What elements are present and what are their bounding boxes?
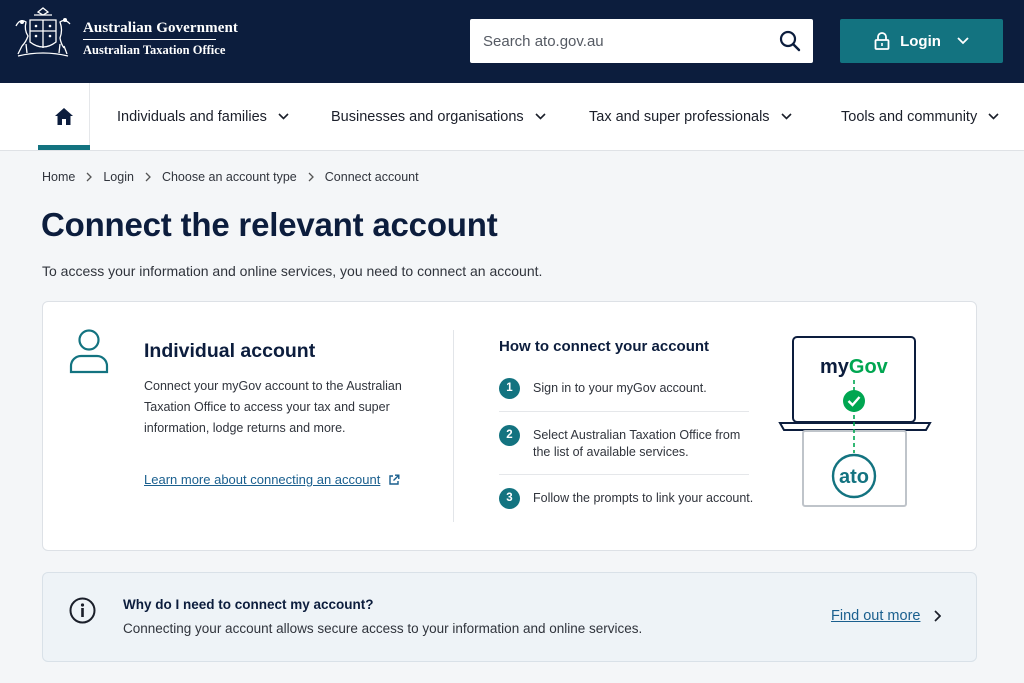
how-to-connect-title: How to connect your account	[499, 338, 710, 355]
wordmark-divider	[83, 39, 216, 40]
info-text: Connecting your account allows secure ac…	[123, 621, 643, 636]
breadcrumb: Home Login Choose an account type Connec…	[42, 170, 419, 184]
chevron-right-icon	[308, 172, 314, 182]
login-button[interactable]: Login	[840, 19, 1003, 63]
government-wordmark[interactable]: Australian Government Australian Taxatio…	[83, 18, 238, 58]
nav-individuals-and-families[interactable]: Individuals and families	[117, 83, 289, 150]
individual-account-card: Individual account Connect your myGov ac…	[42, 301, 977, 551]
chevron-down-icon	[780, 113, 792, 120]
lock-icon	[874, 32, 890, 50]
nav-item-label: Businesses and organisations	[331, 108, 524, 125]
home-icon	[54, 108, 73, 125]
step-text: Select Australian Taxation Office from t…	[533, 428, 741, 459]
coat-of-arms-logo[interactable]	[8, 6, 78, 62]
step-number: 3	[499, 488, 520, 509]
breadcrumb-login[interactable]: Login	[103, 170, 134, 184]
breadcrumb-choose-account-type[interactable]: Choose an account type	[162, 170, 297, 184]
chevron-right-icon	[86, 172, 93, 182]
search-box	[470, 19, 813, 63]
info-icon	[69, 597, 96, 624]
chevron-right-icon	[934, 610, 942, 622]
chevron-down-icon	[957, 37, 969, 45]
card-description: Connect your myGov account to the Austra…	[144, 379, 402, 435]
external-link-icon	[389, 474, 400, 485]
mygov-logo-text: myGov	[820, 356, 889, 378]
search-input[interactable]	[470, 32, 760, 50]
breadcrumb-home[interactable]: Home	[42, 170, 75, 184]
chevron-down-icon	[278, 113, 289, 120]
nav-home[interactable]	[38, 83, 90, 150]
step-divider	[499, 474, 749, 475]
chevron-right-icon	[145, 172, 151, 182]
nav-tools-and-community[interactable]: Tools and community	[841, 83, 999, 150]
step-divider	[499, 411, 749, 412]
nav-item-label: Tools and community	[841, 108, 978, 125]
page-intro: To access your information and online se…	[42, 263, 543, 279]
gov-name: Australian Government	[83, 20, 239, 36]
step-number: 2	[499, 425, 520, 446]
learn-more-link[interactable]: Learn more about connecting an account	[144, 472, 400, 487]
login-label: Login	[900, 32, 941, 50]
ato-logo-text: ato	[839, 466, 869, 488]
person-icon	[69, 329, 109, 374]
agency-name: Australian Taxation Office	[83, 43, 226, 57]
site-header: Australian Government Australian Taxatio…	[0, 0, 1024, 83]
nav-item-label: Individuals and families	[117, 108, 267, 125]
find-out-more-label: Find out more	[831, 608, 921, 624]
step-item: 1 Sign in to your myGov account.	[499, 378, 758, 399]
find-out-more-link[interactable]: Find out more	[831, 608, 942, 624]
nav-item-label: Tax and super professionals	[589, 108, 770, 125]
info-callout: Why do I need to connect my account? Con…	[42, 572, 977, 662]
chevron-down-icon	[988, 113, 999, 120]
card-divider	[453, 330, 454, 522]
mygov-ato-connection-illustration: myGov ato	[778, 336, 932, 507]
page-title: Connect the relevant account	[41, 206, 498, 243]
step-text: Follow the prompts to link your account.	[533, 491, 754, 505]
chevron-down-icon	[535, 113, 546, 120]
search-icon[interactable]	[779, 30, 801, 52]
main-navigation: Individuals and families Businesses and …	[0, 83, 1024, 151]
nav-businesses-and-organisations[interactable]: Businesses and organisations	[331, 83, 546, 150]
step-number: 1	[499, 378, 520, 399]
info-title: Why do I need to connect my account?	[123, 597, 374, 612]
step-item: 3 Follow the prompts to link your accoun…	[499, 488, 758, 509]
step-item: 2 Select Australian Taxation Office from…	[499, 425, 758, 461]
active-nav-indicator	[38, 145, 90, 150]
card-title: Individual account	[144, 340, 316, 362]
learn-more-label: Learn more about connecting an account	[144, 472, 381, 487]
breadcrumb-current: Connect account	[324, 170, 419, 184]
step-text: Sign in to your myGov account.	[533, 381, 707, 395]
nav-tax-and-super-professionals[interactable]: Tax and super professionals	[589, 83, 792, 150]
